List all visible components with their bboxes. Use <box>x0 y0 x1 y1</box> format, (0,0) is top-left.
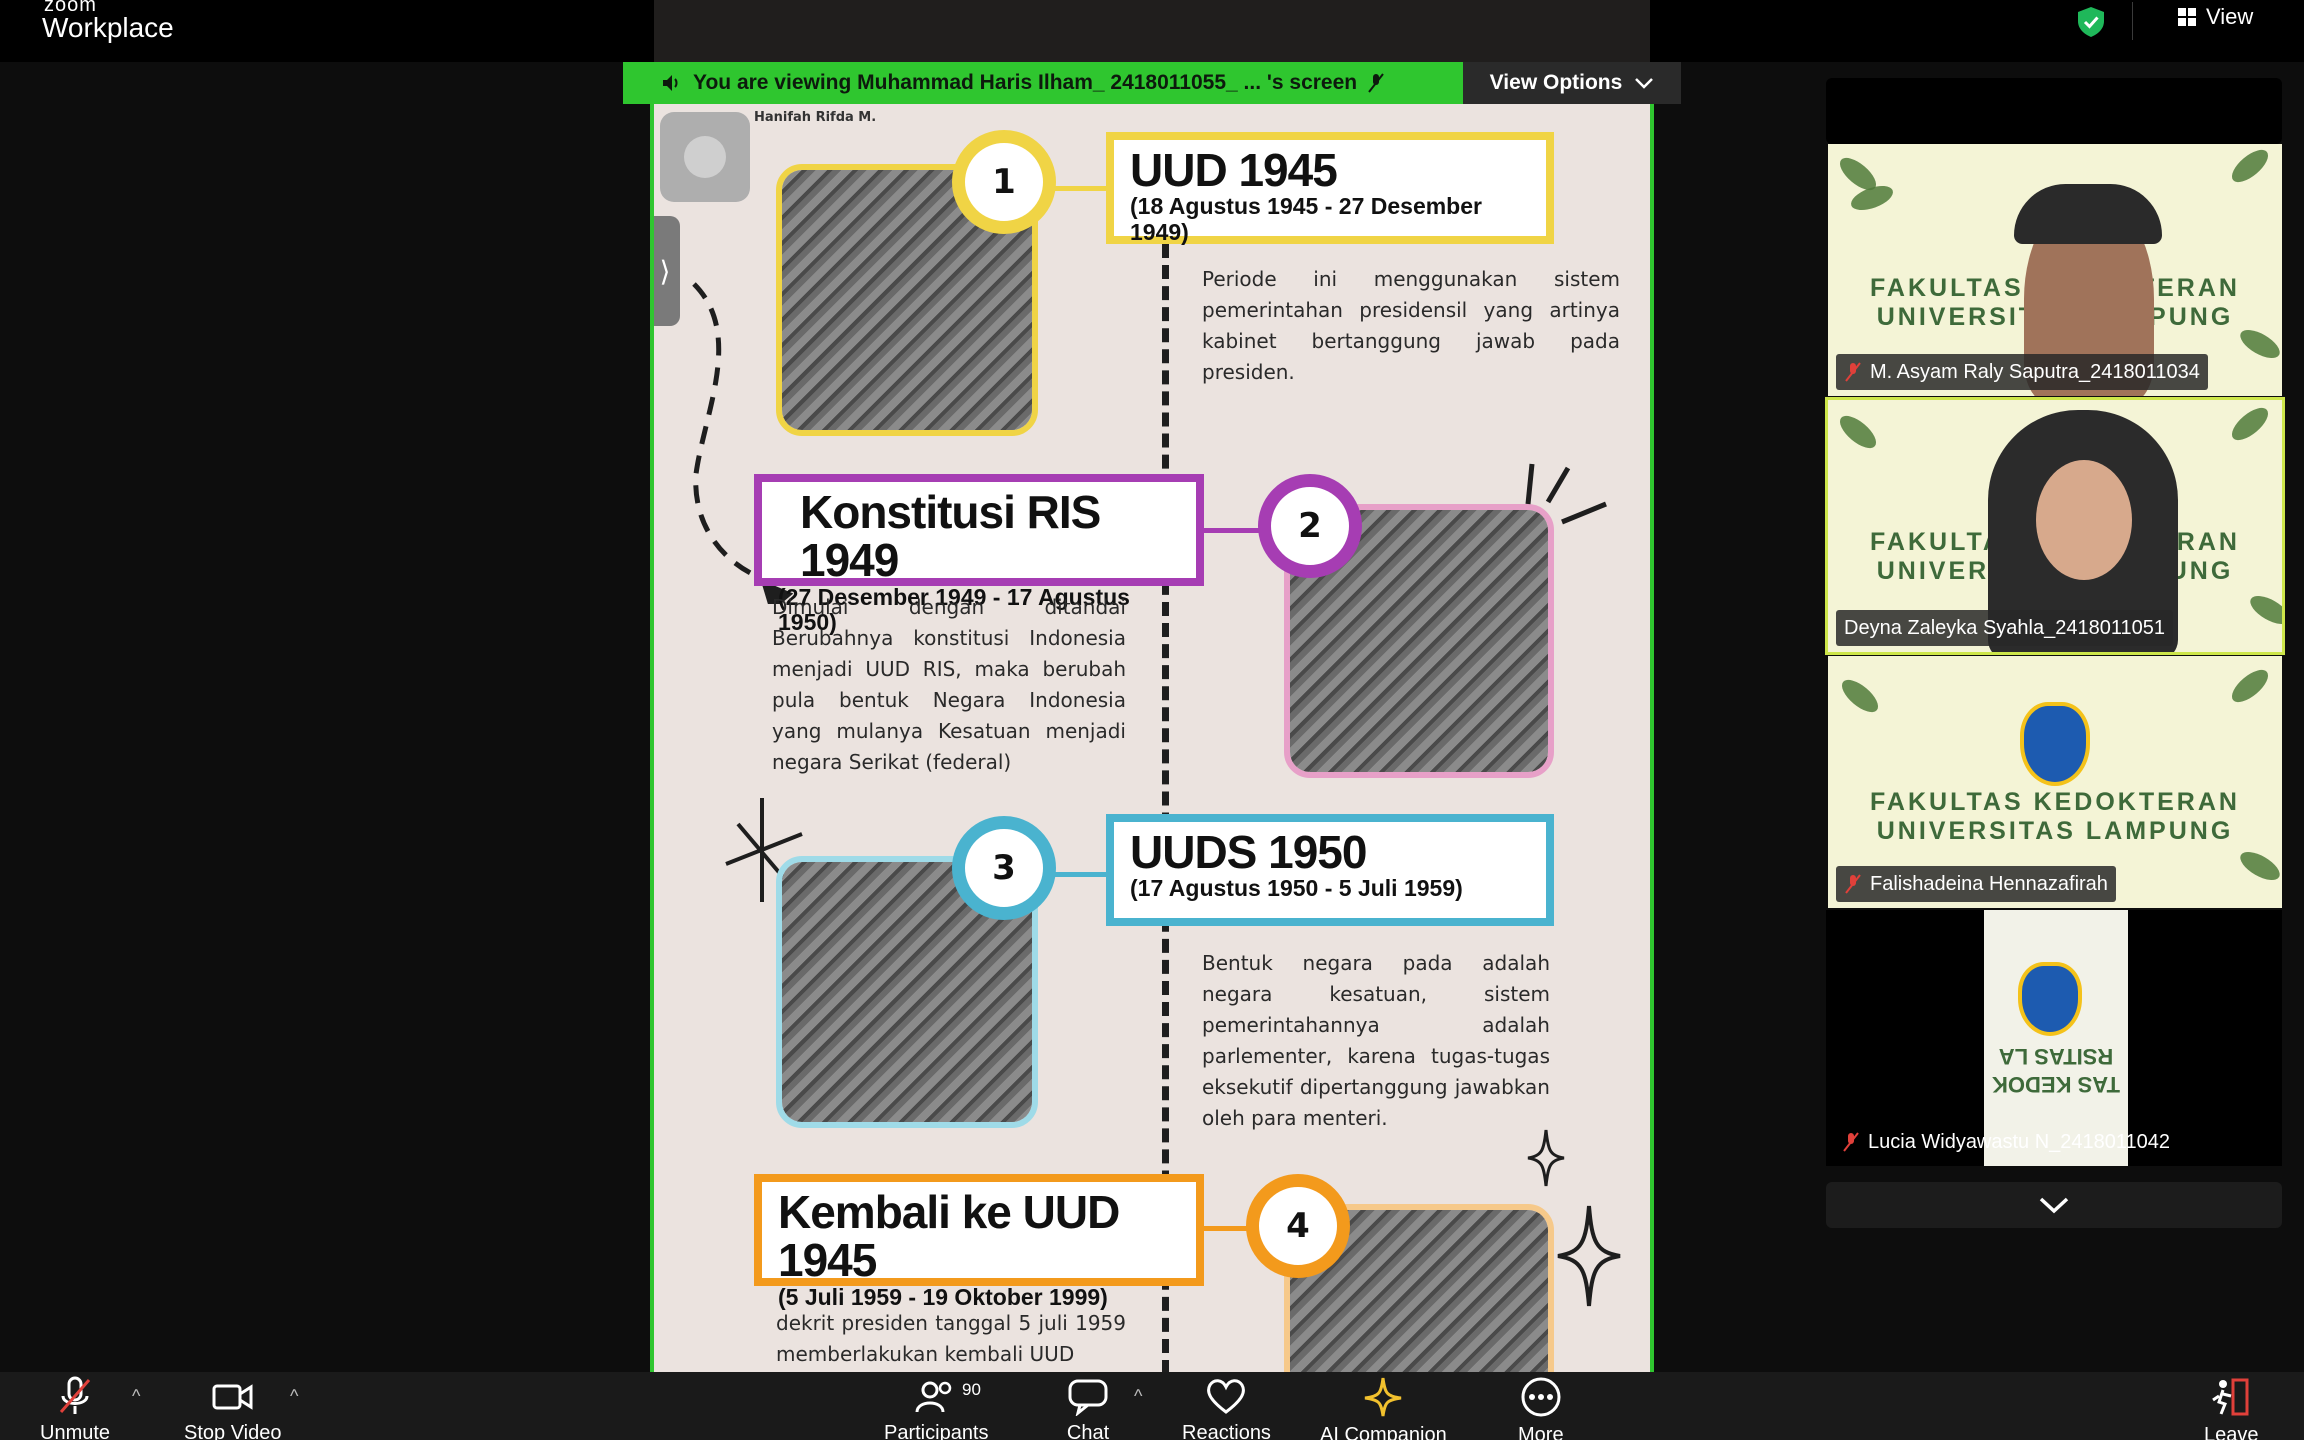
leave-button[interactable]: Leave <box>2204 1376 2259 1440</box>
chat-bubble-icon <box>1068 1379 1108 1416</box>
view-options-label: View Options <box>1489 71 1623 94</box>
app-brand: Workplace <box>42 12 174 43</box>
chevron-down-icon <box>1635 78 1654 89</box>
more-dots-icon <box>1521 1377 1561 1417</box>
chat-options-caret[interactable]: ^ <box>1134 1386 1142 1407</box>
background-text-line1: TAS KEDOK <box>1992 1072 2120 1097</box>
speaker-icon <box>663 75 678 91</box>
participant-name: M. Asyam Raly Saputra_2418011034 <box>1870 360 2200 383</box>
participant-name: Deyna Zaleyka Syahla_2418011051 <box>1844 616 2165 639</box>
view-options-button[interactable]: View Options <box>1463 62 1681 104</box>
top-divider <box>2132 2 2133 40</box>
gallery-header <box>1826 78 2282 144</box>
participants-label: Participants <box>884 1422 989 1440</box>
ai-companion-button[interactable]: AI Companion <box>1320 1376 1447 1440</box>
background-text-line2: RSITAS LA <box>1998 1044 2114 1069</box>
mic-muted-icon <box>1368 73 1384 93</box>
participant-name: Lucia Widyawastu N_2418011042 <box>1868 1130 2171 1153</box>
mic-muted-icon <box>1845 362 1861 382</box>
gallery-next-page-button[interactable] <box>1826 1182 2282 1228</box>
participant-name-tag: Deyna Zaleyka Syahla_2418011051 <box>1836 610 2173 646</box>
participant-name: Falishadeina Hennazafirah <box>1870 872 2108 895</box>
university-logo <box>2020 702 2090 786</box>
viewing-banner: You are viewing Muhammad Haris Ilham_ 24… <box>623 62 1463 104</box>
chat-label: Chat <box>1066 1422 1110 1440</box>
ai-companion-label: AI Companion <box>1320 1424 1447 1440</box>
background-text-line1: FAKULTAS KEDOKTERAN <box>1870 788 2240 816</box>
participant-name-tag: Lucia Widyawastu N_2418011042 <box>1834 1124 2178 1160</box>
participant-name-tag: M. Asyam Raly Saputra_2418011034 <box>1836 354 2208 390</box>
participant-name-tag: Falishadeina Hennazafirah <box>1836 866 2116 902</box>
stop-video-button[interactable]: Stop Video <box>184 1376 282 1440</box>
audio-options-caret[interactable]: ^ <box>132 1386 140 1407</box>
participant-tile[interactable]: TAS KEDOK RSITAS LA Lucia Widyawastu N_24… <box>1826 910 2282 1166</box>
view-button[interactable]: View <box>2178 4 2253 30</box>
meeting-toolbar: Unmute ^ Stop Video ^ Participants Chat … <box>0 1372 2304 1440</box>
background-text-line2: UNIVERSITAS LAMPUNG <box>1876 817 2234 845</box>
video-camera-icon <box>212 1384 253 1410</box>
reactions-button[interactable]: Reactions <box>1182 1376 1271 1440</box>
shared-screen-top-strip <box>654 0 1650 62</box>
participant-tile-active-speaker[interactable]: FAKULTAS KEDOKTERANUNIVERSITAS LAMPUNG D… <box>1825 397 2285 655</box>
mic-muted-icon <box>1845 874 1861 894</box>
shared-screen-border <box>650 62 1654 1372</box>
mic-muted-icon <box>1843 1132 1859 1152</box>
more-button[interactable]: More <box>1518 1376 1564 1440</box>
participant-tile[interactable]: FAKULTAS KEDOKTERAN UNIVERSITAS LAMPUNG F… <box>1828 656 2282 908</box>
video-options-caret[interactable]: ^ <box>290 1386 298 1407</box>
mic-muted-icon <box>59 1376 91 1414</box>
university-logo <box>2018 962 2082 1036</box>
stop-video-label: Stop Video <box>184 1422 282 1440</box>
more-label: More <box>1518 1424 1564 1440</box>
participants-icon <box>915 1381 952 1413</box>
view-button-label: View <box>2206 4 2254 29</box>
participant-tile[interactable]: FAKULTAS KEDOKTERANUNIVERSITAS LAMPUNG M… <box>1828 144 2282 396</box>
chat-button[interactable]: Chat <box>1066 1376 1110 1440</box>
viewing-banner-text: You are viewing Muhammad Haris Ilham_ 24… <box>693 71 1358 94</box>
reactions-label: Reactions <box>1182 1422 1271 1440</box>
grid-view-icon <box>2178 8 2196 26</box>
unmute-label: Unmute <box>40 1422 111 1440</box>
sparkle-icon <box>1365 1377 1402 1417</box>
heart-icon <box>1207 1379 1246 1414</box>
unmute-button[interactable]: Unmute <box>40 1376 110 1440</box>
encryption-shield-icon[interactable] <box>2076 6 2106 38</box>
leave-door-icon <box>2212 1378 2249 1416</box>
participants-count-badge: 90 <box>962 1380 981 1399</box>
leave-label: Leave <box>2204 1424 2259 1440</box>
chevron-down-icon <box>2039 1197 2069 1214</box>
